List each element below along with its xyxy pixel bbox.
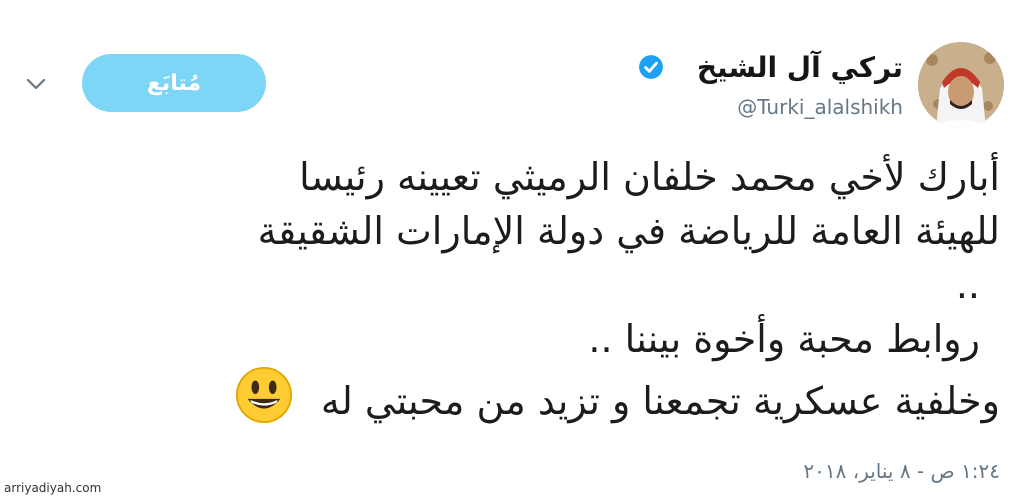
grinning-face-emoji-icon [235,366,292,424]
author-avatar[interactable] [918,42,1004,128]
tweet-line: للهيئة العامة للرياضة في دولة الإمارات ا… [257,209,1000,253]
watermark: arriyadiyah.com [4,481,102,495]
verified-badge-icon [639,55,663,79]
tweet-text: أبارك لأخي محمد خلفان الرميثي تعيينه رئي… [34,150,1000,424]
author-name[interactable]: تركي آل الشيخ [697,50,903,86]
tweet-line: أبارك لأخي محمد خلفان الرميثي تعيينه رئي… [299,155,1000,199]
tweet-timestamp[interactable]: ١:٢٤ ص - ٨ يناير، ٢٠١٨ [803,458,1000,484]
tweet-line-with-emoji: وخلفية عسكرية تجمعنا و تزيد من محبتي له [34,366,1000,424]
chevron-down-icon[interactable] [24,72,48,96]
tweet-line: .. [955,263,980,307]
tweet-line: روابط محبة وأخوة بيننا .. [588,317,980,361]
following-button[interactable]: مُتابَع [82,54,266,112]
author-handle[interactable]: @Turki_alalshikh [737,94,903,120]
avatar-image [918,42,1004,128]
tweet-line: وخلفية عسكرية تجمعنا و تزيد من محبتي له [320,379,1000,423]
